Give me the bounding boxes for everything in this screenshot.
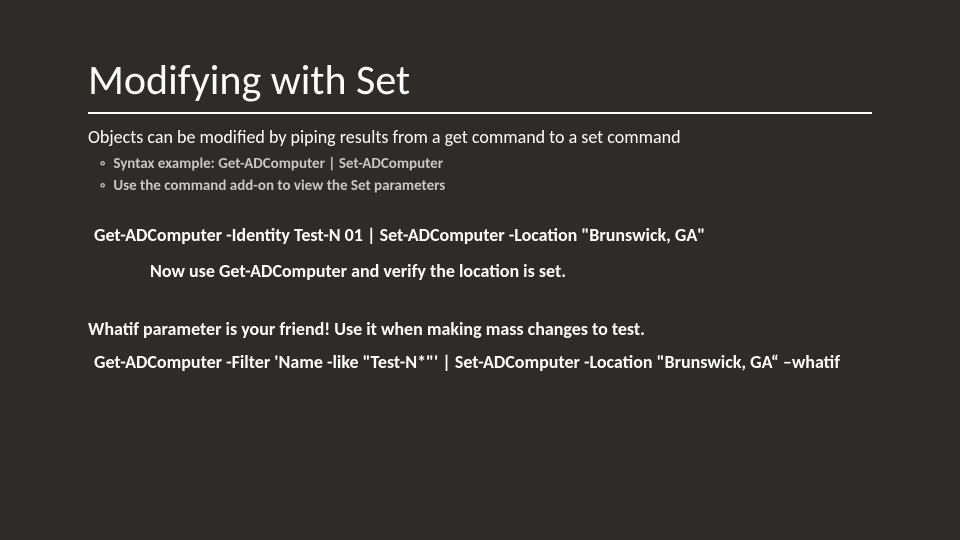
title-rule — [88, 112, 872, 114]
bullet-icon: ◦ — [100, 154, 105, 176]
slide: Modifying with Set Objects can be modifi… — [0, 0, 960, 540]
list-item: ◦ Use the command add-on to view the Set… — [100, 176, 872, 198]
command-example-2: Get-ADComputer -Filter 'Name -like "Test… — [94, 350, 872, 374]
bullet-icon: ◦ — [100, 176, 105, 198]
list-item-text: Syntax example: Get-ADComputer | Set-ADC… — [113, 154, 443, 176]
command-example-1: Get-ADComputer -Identity Test-N 01 | Set… — [94, 224, 872, 246]
whatif-text: Whatif parameter is your friend! Use it … — [88, 318, 872, 340]
verify-text: Now use Get-ADComputer and verify the lo… — [150, 260, 872, 282]
list-item: ◦ Syntax example: Get-ADComputer | Set-A… — [100, 154, 872, 176]
lead-text: Objects can be modified by piping result… — [88, 126, 872, 148]
sub-bullet-list: ◦ Syntax example: Get-ADComputer | Set-A… — [100, 154, 872, 198]
list-item-text: Use the command add-on to view the Set p… — [113, 176, 445, 198]
slide-title: Modifying with Set — [88, 55, 872, 106]
